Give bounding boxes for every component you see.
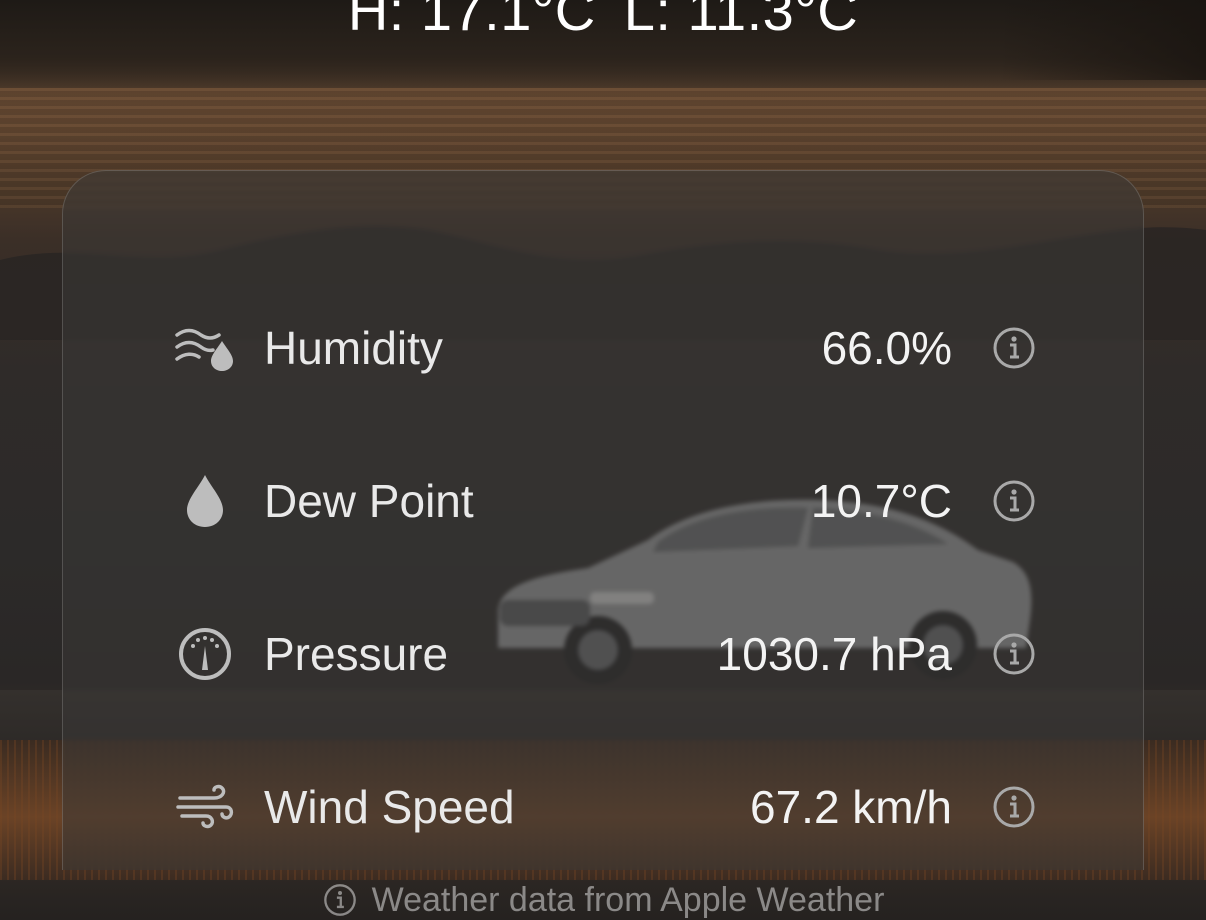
metric-row-pressure: Pressure 1030.7 hPa [174,619,1036,689]
info-button-pressure[interactable] [992,632,1036,676]
info-icon [993,327,1035,369]
metric-value: 66.0% [821,322,952,374]
high-temperature: H: 17.1°C [347,0,596,42]
info-button-humidity[interactable] [992,326,1036,370]
info-icon [993,480,1035,522]
low-temperature: L: 11.3°C [623,0,859,42]
info-button-wind-speed[interactable] [992,785,1036,829]
metric-value: 1030.7 hPa [716,628,952,680]
metric-label: Dew Point [264,475,474,527]
metric-value: 67.2 km/h [750,781,952,833]
metric-label: Wind Speed [264,781,515,833]
info-icon [993,786,1035,828]
metric-value: 10.7°C [810,475,952,527]
attribution-text: Weather data from Apple Weather [371,880,885,919]
droplet-icon [174,470,236,532]
weather-attribution[interactable]: Weather data from Apple Weather [0,880,1206,920]
gauge-icon [174,623,236,685]
metric-label: Humidity [264,322,443,374]
info-icon [322,882,358,918]
wind-icon [174,776,236,838]
humidity-icon [174,317,236,379]
metric-row-wind-speed: Wind Speed 67.2 km/h [174,772,1036,842]
metric-label: Pressure [264,628,449,680]
info-button-dew-point[interactable] [992,479,1036,523]
info-icon [993,633,1035,675]
metric-row-dew-point: Dew Point 10.7°C [174,466,1036,536]
metric-row-humidity: Humidity 66.0% [174,313,1036,383]
high-low-temperature: H: 17.1°C L: 11.3°C [0,0,1206,43]
